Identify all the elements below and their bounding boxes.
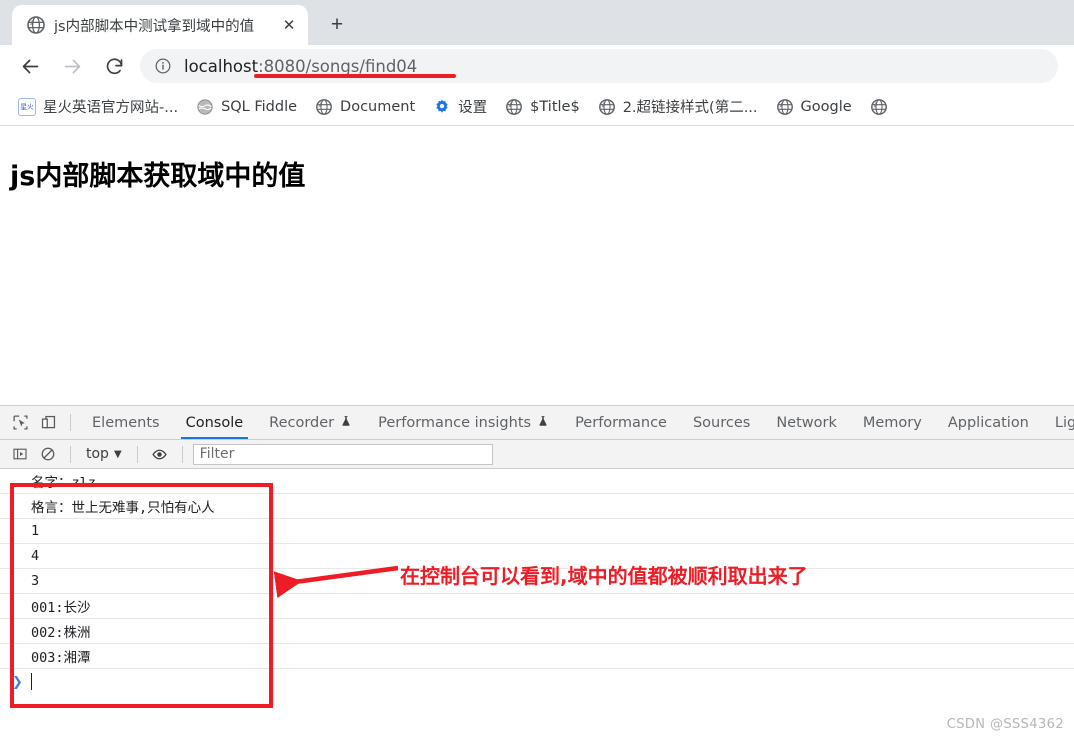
browser-window: js内部脚本中测试拿到域中的值 ✕ + localhost:8080/songs… [0, 0, 1074, 738]
globe-icon [505, 98, 523, 116]
tab-label: Memory [862, 414, 922, 431]
bookmark-item[interactable] [864, 94, 901, 120]
page-title: js内部脚本获取域中的值 [10, 161, 306, 192]
bookmark-item[interactable]: SQL Fiddle [190, 94, 303, 120]
tab-recorder[interactable]: Recorder [256, 406, 365, 439]
execution-context-label: top [86, 446, 109, 462]
globe-icon [315, 98, 333, 116]
red-arrow-annotation [273, 565, 399, 598]
bookmark-label: Document [340, 98, 416, 115]
tab-memory[interactable]: Memory [850, 406, 935, 439]
console-toolbar: top ▼ Filter [0, 440, 1074, 469]
clear-console-icon[interactable] [34, 440, 62, 468]
globe-icon [26, 15, 46, 35]
execution-context-selector[interactable]: top ▼ [79, 444, 129, 465]
globe-icon [870, 98, 888, 116]
tab-label: Performance [575, 414, 667, 431]
tab-network[interactable]: Network [763, 406, 850, 439]
xinghuo-favicon: 星火 [18, 97, 36, 116]
tab-elements[interactable]: Elements [79, 406, 173, 439]
flask-icon [340, 415, 352, 431]
globe-icon [598, 98, 616, 116]
prompt-chevron-icon: ❯ [12, 673, 23, 689]
chevron-down-icon: ▼ [113, 448, 122, 460]
divider [181, 445, 183, 463]
console-line: 名字：zlz [0, 469, 1074, 494]
console-line: 001:长沙 [0, 594, 1074, 619]
devtools-tab-bar: Elements Console Recorder Performance in… [0, 406, 1074, 440]
device-toolbar-icon[interactable] [34, 409, 62, 437]
bookmark-item[interactable]: 星火 星火英语官方网站-... [12, 94, 184, 120]
divider [70, 445, 71, 463]
address-bar-url: localhost:8080/songs/find04 [184, 57, 417, 76]
tab-label: Application [947, 414, 1029, 431]
console-input-prompt[interactable]: ❯ [0, 669, 1074, 694]
gear-icon [433, 98, 451, 116]
divider [136, 445, 138, 463]
filter-placeholder: Filter [199, 446, 235, 462]
inspect-element-icon[interactable] [6, 409, 34, 437]
bookmark-item[interactable]: $Title$ [499, 94, 586, 120]
console-line: 1 [0, 519, 1074, 544]
console-line: 格言：世上无难事,只怕有心人 [0, 494, 1074, 519]
bookmark-label: $Title$ [530, 98, 580, 115]
bookmark-item[interactable]: 设置 [427, 94, 493, 120]
url-path: :8080/songs/find04 [258, 56, 418, 76]
bookmarks-bar: 星火 星火英语官方网站-... SQL Fiddle Document 设置 $… [0, 88, 1074, 126]
bookmark-label: 星火英语官方网站-... [43, 100, 179, 116]
console-output[interactable]: 名字：zlz 格言：世上无难事,只怕有心人 1 4 3 001:长沙 002:株… [0, 469, 1074, 738]
tab-performance[interactable]: Performance [562, 406, 680, 439]
tab-label: Recorder [269, 414, 335, 431]
bookmark-label: Google [800, 98, 852, 115]
tab-strip: js内部脚本中测试拿到域中的值 ✕ + [0, 0, 1074, 45]
callout-text-annotation: 在控制台可以看到,域中的值都被顺利取出来了 [400, 564, 808, 588]
bookmark-item[interactable]: 2.超链接样式(第二... [592, 94, 764, 120]
console-line: 002:株洲 [0, 619, 1074, 644]
tab-label: Performance insights [378, 414, 532, 431]
tab-title: js内部脚本中测试拿到域中的值 [54, 18, 255, 35]
tab-application[interactable]: Application [935, 406, 1042, 439]
console-filter-input[interactable]: Filter [192, 443, 493, 465]
tab-label: Network [776, 414, 837, 431]
bookmark-label: 设置 [458, 100, 488, 116]
watermark: CSDN @SSS4362 [946, 717, 1064, 732]
close-icon[interactable]: ✕ [278, 14, 300, 36]
tab-sources[interactable]: Sources [680, 406, 763, 439]
globe-icon [776, 98, 794, 116]
tab-label: Console [185, 414, 244, 431]
bookmark-item[interactable]: Document [309, 94, 421, 120]
browser-tab[interactable]: js内部脚本中测试拿到域中的值 ✕ [12, 5, 308, 45]
bookmark-label: 2.超链接样式(第二... [622, 100, 758, 116]
tab-label: Sources [692, 414, 751, 431]
live-expression-icon[interactable] [146, 440, 174, 468]
reload-icon[interactable] [98, 51, 130, 83]
forward-icon[interactable] [56, 51, 88, 83]
tab-performance-insights[interactable]: Performance insights [365, 406, 562, 439]
divider [70, 414, 71, 431]
page-viewport: js内部脚本获取域中的值 [0, 126, 1074, 405]
back-icon[interactable] [14, 51, 46, 83]
sql-fiddle-favicon [196, 98, 214, 116]
tab-label: Lig [1054, 414, 1074, 431]
new-tab-button[interactable]: + [322, 10, 352, 40]
bookmark-item[interactable]: Google [770, 94, 858, 120]
console-line: 003:湘潭 [0, 644, 1074, 669]
bookmark-label: SQL Fiddle [221, 98, 298, 115]
tab-console[interactable]: Console [173, 406, 257, 439]
console-sidebar-icon[interactable] [6, 440, 34, 468]
flask-icon [537, 415, 549, 431]
tab-lighthouse[interactable]: Lig [1042, 406, 1074, 439]
url-host: localhost [184, 56, 259, 76]
tab-label: Elements [92, 414, 160, 431]
text-cursor [30, 673, 32, 690]
url-red-underline-annotation [254, 74, 456, 78]
info-circle-icon[interactable] [154, 57, 172, 75]
